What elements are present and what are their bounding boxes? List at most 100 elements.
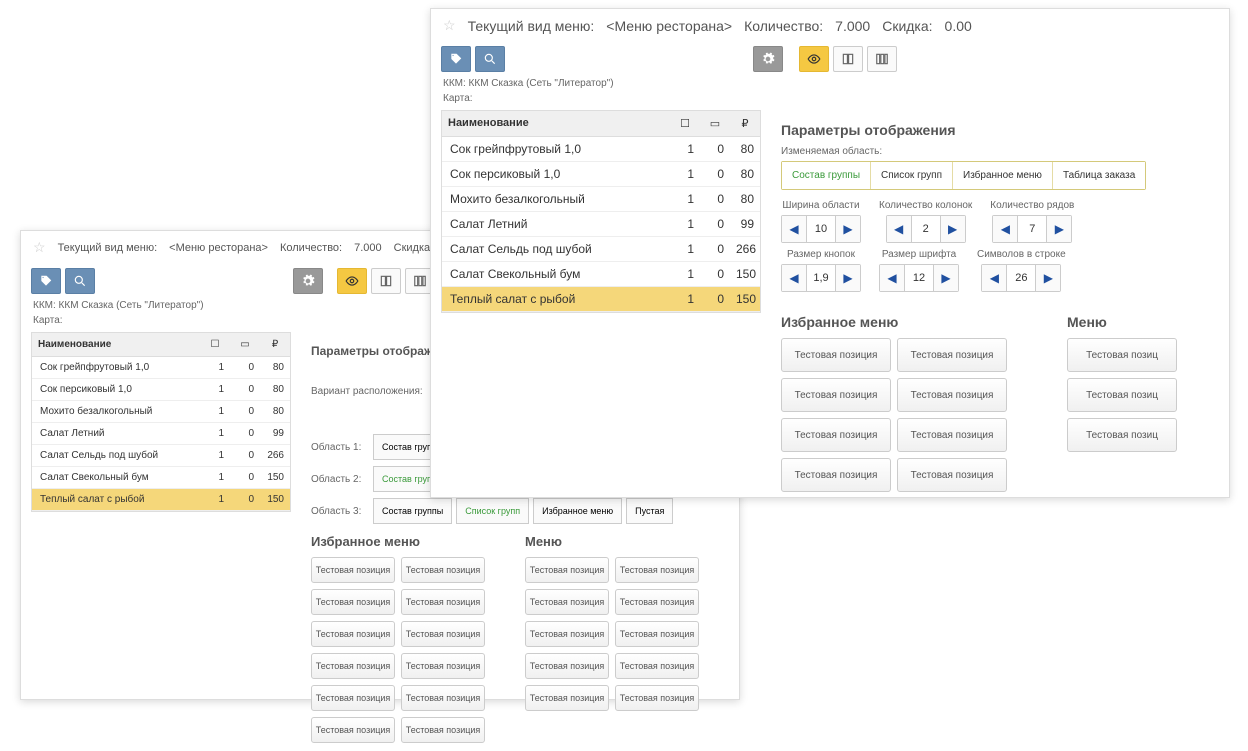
table-row[interactable]: Теплый салат с рыбой 1 0 150 [442, 287, 760, 312]
table-row[interactable]: Сок персиковый 1,0 1 0 80 [442, 162, 760, 187]
menu-item-button[interactable]: Тестовая позиция [401, 621, 485, 647]
menu-item-button[interactable]: Тестовая позиция [615, 653, 699, 679]
menu-item-button[interactable]: Тестовая позиция [525, 557, 609, 583]
table-row[interactable]: Салат Летний 1 0 99 [32, 423, 290, 445]
area-option-button[interactable]: Состав группы [373, 498, 452, 524]
cell-c1: 1 [200, 467, 230, 488]
menu-item-button[interactable]: Тестовая позиция [781, 458, 891, 492]
cell-c2: 0 [700, 262, 730, 286]
area-option-button[interactable]: Список групп [456, 498, 529, 524]
increment-button[interactable]: ▶ [836, 216, 860, 242]
layout-button-1[interactable] [833, 46, 863, 72]
menu-item-button[interactable]: Тестовая позиция [525, 589, 609, 615]
table-row[interactable]: Салат Свекольный бум 1 0 150 [442, 262, 760, 287]
cell-c3: 80 [730, 187, 760, 211]
menu-name: <Меню ресторана> [169, 242, 268, 254]
cell-name: Салат Сельдь под шубой [32, 445, 200, 466]
table-row[interactable]: Мохито безалкогольный 1 0 80 [32, 401, 290, 423]
menu-item-button[interactable]: Тестовая позиция [781, 418, 891, 452]
menu-item-button[interactable]: Тестовая позиция [781, 378, 891, 412]
area-change-label: Изменяемая область: [781, 146, 1219, 157]
tag-button[interactable] [31, 268, 61, 294]
gear-button[interactable] [753, 46, 783, 72]
decrement-button[interactable]: ◀ [880, 265, 904, 291]
layout-button-1[interactable] [371, 268, 401, 294]
search-button[interactable] [475, 46, 505, 72]
menu-item-button[interactable]: Тестовая позиция [311, 717, 395, 743]
menu-item-button[interactable]: Тестовая позиция [311, 589, 395, 615]
stepper-value: 2 [911, 216, 941, 242]
cell-c1: 1 [670, 162, 700, 186]
table-row[interactable]: Сок персиковый 1,0 1 0 80 [32, 379, 290, 401]
menu-item-button[interactable]: Тестовая позиция [897, 338, 1007, 372]
menu-item-button[interactable]: Тестовая позиция [615, 589, 699, 615]
menu-item-button[interactable]: Тестовая позиция [311, 653, 395, 679]
tab-group-list[interactable]: Список групп [871, 162, 953, 189]
increment-button[interactable]: ▶ [941, 216, 965, 242]
decrement-button[interactable]: ◀ [982, 265, 1006, 291]
table-row[interactable]: Салат Свекольный бум 1 0 150 [32, 467, 290, 489]
menu-item-button[interactable]: Тестовая позиция [311, 621, 395, 647]
table-row[interactable]: Сок грейпфрутовый 1,0 1 0 80 [32, 357, 290, 379]
menu-item-button[interactable]: Тестовая позиция [401, 589, 485, 615]
menu-item-button[interactable]: Тестовая позиция [897, 418, 1007, 452]
cell-c3: 99 [730, 212, 760, 236]
menu-item-button[interactable]: Тестовая позиция [311, 685, 395, 711]
menu-item-button[interactable]: Тестовая позиц [1067, 378, 1177, 412]
menu-item-button[interactable]: Тестовая позиция [525, 621, 609, 647]
star-icon[interactable]: ☆ [33, 239, 46, 256]
decrement-button[interactable]: ◀ [993, 216, 1017, 242]
tab-order-table[interactable]: Таблица заказа [1053, 162, 1145, 189]
cell-c2: 0 [700, 162, 730, 186]
increment-button[interactable]: ▶ [934, 265, 958, 291]
cell-c2: 0 [230, 445, 260, 466]
increment-button[interactable]: ▶ [836, 265, 860, 291]
area-option-button[interactable]: Пустая [626, 498, 673, 524]
menu-item-button[interactable]: Тестовая позиция [897, 378, 1007, 412]
eye-button[interactable] [799, 46, 829, 72]
table-row[interactable]: Теплый салат с рыбой 1 0 150 [32, 489, 290, 511]
layout-button-2[interactable] [867, 46, 897, 72]
menu-item-button[interactable]: Тестовая позиция [311, 557, 395, 583]
decrement-button[interactable]: ◀ [887, 216, 911, 242]
star-icon[interactable]: ☆ [443, 17, 456, 34]
cell-c3: 266 [260, 445, 290, 466]
gear-button[interactable] [293, 268, 323, 294]
table-row[interactable]: Мохито безалкогольный 1 0 80 [442, 187, 760, 212]
menu-item-button[interactable]: Тестовая позиция [525, 685, 609, 711]
qty-value: 7.000 [835, 18, 870, 34]
menu-item-button[interactable]: Тестовая позиция [525, 653, 609, 679]
cell-c3: 150 [730, 287, 760, 311]
table-row[interactable]: Сок грейпфрутовый 1,0 1 0 80 [442, 137, 760, 162]
stepper-label: Количество колонок [879, 200, 972, 211]
menu-item-button[interactable]: Тестовая позиция [401, 557, 485, 583]
area-option-button[interactable]: Избранное меню [533, 498, 622, 524]
tab-favorites[interactable]: Избранное меню [953, 162, 1053, 189]
menu-item-button[interactable]: Тестовая позиц [1067, 418, 1177, 452]
decrement-button[interactable]: ◀ [782, 265, 806, 291]
title-prefix: Текущий вид меню: [58, 242, 158, 254]
stepper-value: 7 [1017, 216, 1047, 242]
table-row[interactable]: Салат Сельдь под шубой 1 0 266 [32, 445, 290, 467]
menu-item-button[interactable]: Тестовая позиц [1067, 338, 1177, 372]
menu-item-button[interactable]: Тестовая позиция [897, 458, 1007, 492]
menu-item-button[interactable]: Тестовая позиция [615, 685, 699, 711]
menu-item-button[interactable]: Тестовая позиция [615, 557, 699, 583]
menu-item-button[interactable]: Тестовая позиция [401, 717, 485, 743]
menu-item-button[interactable]: Тестовая позиция [401, 685, 485, 711]
tab-group-content[interactable]: Состав группы [782, 162, 871, 189]
table-row[interactable]: Салат Сельдь под шубой 1 0 266 [442, 237, 760, 262]
table-row[interactable]: Салат Летний 1 0 99 [442, 212, 760, 237]
card-line: Карта: [431, 91, 1229, 106]
increment-button[interactable]: ▶ [1047, 216, 1071, 242]
search-button[interactable] [65, 268, 95, 294]
cell-name: Салат Сельдь под шубой [442, 237, 670, 261]
increment-button[interactable]: ▶ [1036, 265, 1060, 291]
menu-item-button[interactable]: Тестовая позиция [401, 653, 485, 679]
stepper: ◀ 7 ▶ [992, 215, 1072, 243]
eye-button[interactable] [337, 268, 367, 294]
decrement-button[interactable]: ◀ [782, 216, 806, 242]
menu-item-button[interactable]: Тестовая позиция [615, 621, 699, 647]
tag-button[interactable] [441, 46, 471, 72]
menu-item-button[interactable]: Тестовая позиция [781, 338, 891, 372]
